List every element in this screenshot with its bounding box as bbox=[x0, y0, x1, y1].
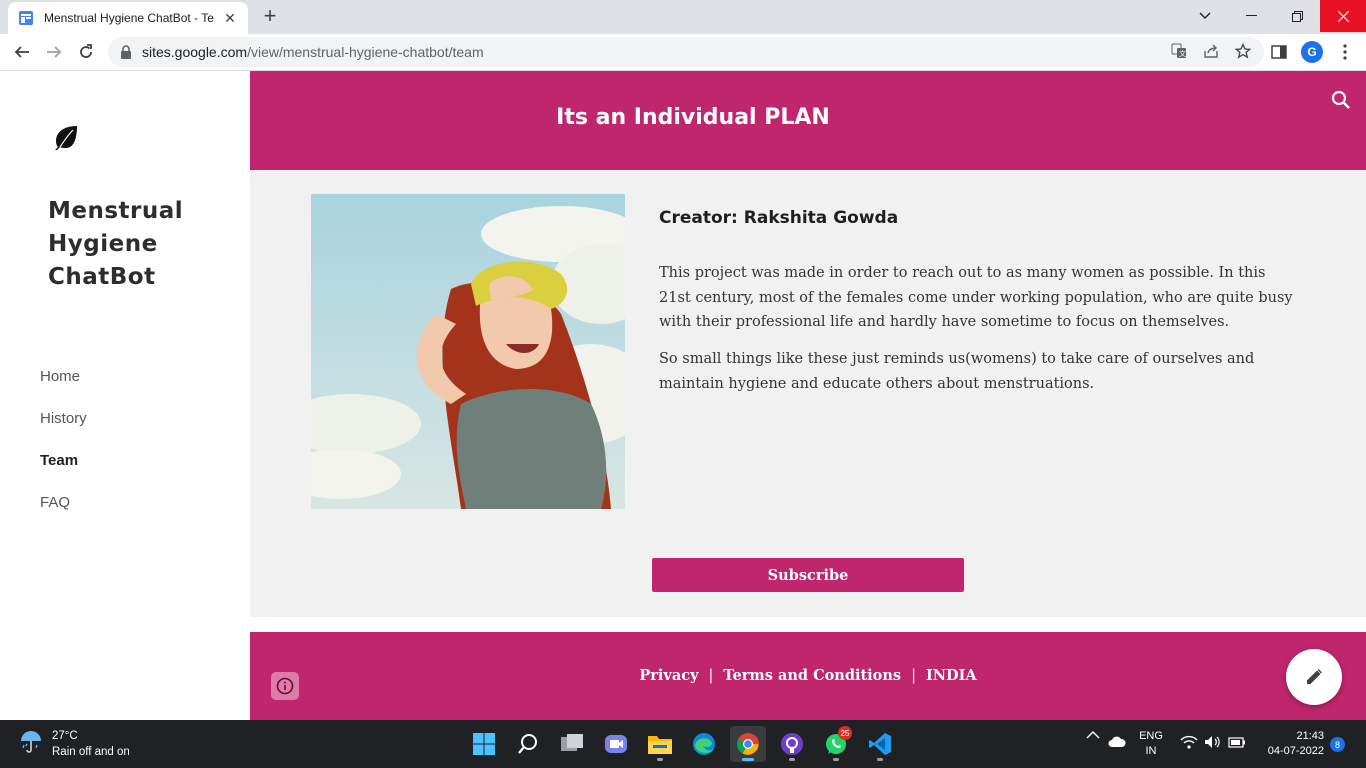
clock-date: 04-07-2022 bbox=[1267, 745, 1324, 757]
browser-tab-strip: Menstrual Hygiene ChatBot - Team ✕ + bbox=[0, 0, 1366, 34]
window-close-button[interactable] bbox=[1320, 0, 1366, 32]
site-main: Its an Individual PLAN Creator: Rakshita… bbox=[250, 71, 1366, 720]
section-divider bbox=[250, 617, 1366, 632]
github-icon[interactable] bbox=[774, 726, 810, 762]
leaf-icon[interactable] bbox=[52, 123, 80, 151]
browser-toolbar: sites.google.com/view/menstrual-hygiene-… bbox=[0, 34, 1366, 71]
privacy-link[interactable]: Privacy bbox=[639, 667, 698, 684]
site-nav: Home History Team FAQ bbox=[40, 365, 87, 533]
pencil-icon bbox=[1307, 669, 1322, 684]
creator-illustration bbox=[311, 194, 625, 509]
close-icon bbox=[1337, 10, 1349, 22]
page-title: Its an Individual PLAN bbox=[556, 105, 830, 130]
google-sites-icon bbox=[18, 10, 34, 26]
site-sidebar: Menstrual Hygiene ChatBot Home History T… bbox=[0, 71, 250, 720]
weather-icon bbox=[18, 729, 44, 760]
site-title[interactable]: Menstrual Hygiene ChatBot bbox=[48, 195, 228, 294]
footer-separator: | bbox=[911, 668, 916, 684]
start-icon[interactable] bbox=[466, 726, 502, 762]
notification-badge[interactable]: 8 bbox=[1330, 737, 1345, 752]
url-path: /view/menstrual-hygiene-chatbot/team bbox=[247, 44, 484, 60]
footer-separator: | bbox=[708, 668, 714, 684]
chrome-icon[interactable] bbox=[730, 726, 766, 762]
search-icon[interactable] bbox=[1330, 89, 1352, 111]
browser-tab[interactable]: Menstrual Hygiene ChatBot - Team ✕ bbox=[8, 2, 248, 34]
chevron-up-icon[interactable] bbox=[1086, 730, 1100, 740]
file-explorer-icon[interactable] bbox=[642, 726, 678, 762]
restore-icon[interactable] bbox=[1274, 0, 1320, 32]
weather-widget[interactable]: 27°C Rain off and on bbox=[18, 728, 130, 760]
browser-menu-icon[interactable] bbox=[1334, 41, 1356, 63]
project-purpose: So small things like these just reminds … bbox=[659, 351, 1255, 392]
side-panel-icon[interactable] bbox=[1268, 41, 1290, 63]
system-clock[interactable]: 21:43 04-07-2022 bbox=[1254, 729, 1324, 759]
windows-taskbar: 27°C Rain off and on 25 ENG IN 21:43 04-… bbox=[0, 720, 1366, 768]
weather-description: Rain off and on bbox=[52, 746, 130, 758]
vscode-icon[interactable] bbox=[862, 726, 898, 762]
edge-icon[interactable] bbox=[686, 726, 722, 762]
tab-title: Menstrual Hygiene ChatBot - Team bbox=[44, 11, 214, 25]
clock-time: 21:43 bbox=[1296, 730, 1324, 742]
page-banner: Its an Individual PLAN bbox=[250, 71, 1366, 170]
plus-icon[interactable]: + bbox=[258, 5, 282, 29]
profile-avatar[interactable]: G bbox=[1301, 41, 1323, 63]
creator-heading: Creator: Rakshita Gowda bbox=[659, 208, 899, 228]
cloud-icon[interactable] bbox=[1108, 736, 1126, 748]
chevron-down-icon[interactable] bbox=[1182, 0, 1228, 32]
whatsapp-icon[interactable]: 25 bbox=[818, 726, 854, 762]
share-icon[interactable] bbox=[1202, 42, 1220, 60]
task-view-icon[interactable] bbox=[554, 726, 590, 762]
battery-icon[interactable] bbox=[1228, 735, 1246, 749]
subscribe-button[interactable]: Subscribe bbox=[652, 558, 964, 592]
language-code: ENG bbox=[1139, 730, 1163, 742]
nav-item-home[interactable]: Home bbox=[40, 365, 87, 407]
terms-link[interactable]: Terms and Conditions bbox=[723, 667, 901, 684]
translate-icon[interactable]: 文 bbox=[1170, 42, 1188, 60]
site-footer: Privacy | Terms and Conditions | INDIA bbox=[250, 632, 1366, 720]
language-indicator[interactable]: ENG IN bbox=[1136, 729, 1166, 759]
minimize-icon[interactable] bbox=[1228, 0, 1274, 32]
edit-button[interactable] bbox=[1286, 649, 1342, 705]
star-icon[interactable] bbox=[1234, 42, 1252, 60]
nav-item-team[interactable]: Team bbox=[40, 449, 87, 491]
close-icon[interactable]: ✕ bbox=[222, 10, 238, 27]
wifi-icon[interactable] bbox=[1180, 735, 1198, 749]
site-page: Menstrual Hygiene ChatBot Home History T… bbox=[0, 71, 1366, 720]
svg-text:文: 文 bbox=[1179, 49, 1186, 58]
region-code: IN bbox=[1145, 745, 1157, 757]
footer-links: Privacy | Terms and Conditions | INDIA bbox=[250, 667, 1366, 684]
back-icon[interactable] bbox=[10, 40, 34, 64]
nav-item-faq[interactable]: FAQ bbox=[40, 491, 87, 533]
address-bar[interactable]: sites.google.com/view/menstrual-hygiene-… bbox=[108, 37, 1264, 67]
whatsapp-badge: 25 bbox=[838, 726, 852, 740]
team-section: Creator: Rakshita Gowda This project was… bbox=[250, 170, 1366, 617]
country-link[interactable]: INDIA bbox=[926, 667, 977, 684]
forward-icon[interactable] bbox=[42, 40, 66, 64]
teams-icon[interactable] bbox=[598, 726, 634, 762]
project-description: This project was made in order to reach … bbox=[659, 265, 1293, 330]
temperature: 27°C bbox=[52, 730, 78, 742]
reload-icon[interactable] bbox=[74, 40, 98, 64]
volume-icon[interactable] bbox=[1204, 735, 1222, 749]
url-host: sites.google.com bbox=[142, 44, 248, 60]
nav-item-history[interactable]: History bbox=[40, 407, 87, 449]
taskbar-apps: 25 bbox=[466, 726, 898, 762]
taskbar-search-icon[interactable] bbox=[510, 726, 546, 762]
lock-icon[interactable] bbox=[120, 45, 134, 59]
url-text: sites.google.com/view/menstrual-hygiene-… bbox=[142, 44, 484, 60]
